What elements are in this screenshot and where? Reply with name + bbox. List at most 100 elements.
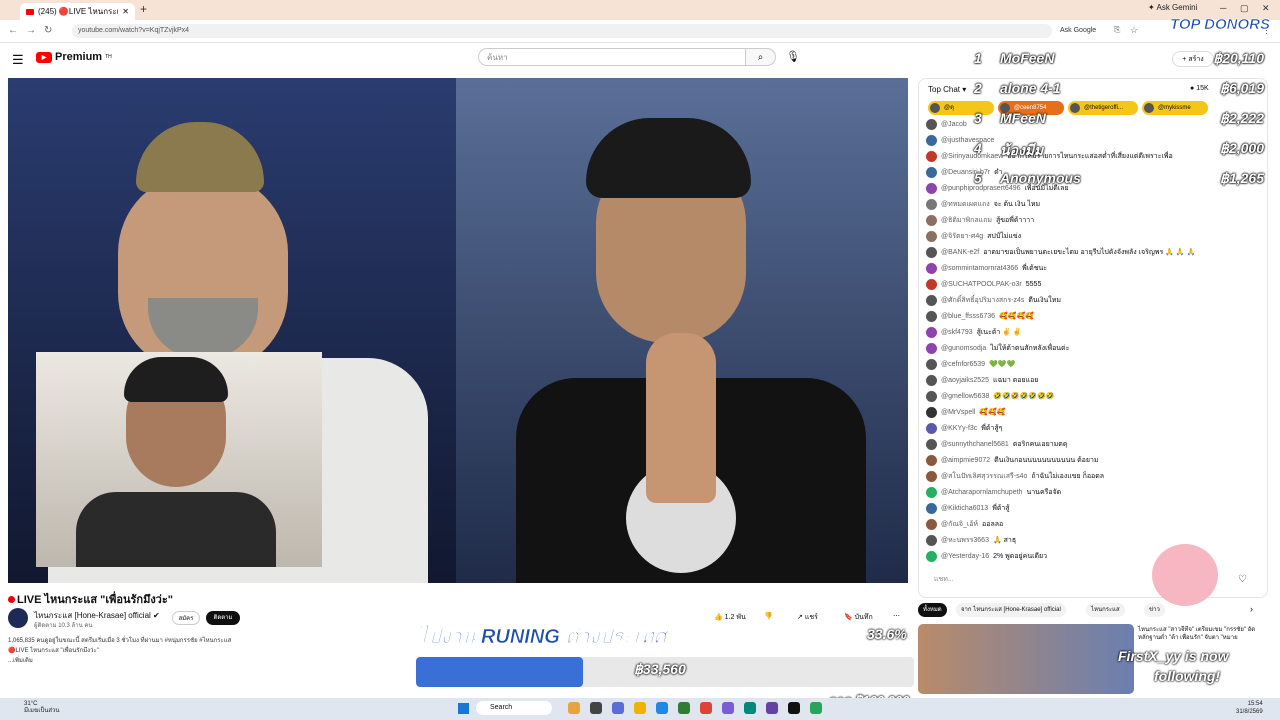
donation-goal-title: ไปงาน RUNING ต่างประเทศ <box>418 626 667 649</box>
chat-message[interactable]: @BANK-e2f อาตมาขอเป็นพยานตะเยขะไตม อายุรี… <box>926 244 1195 260</box>
join-button[interactable]: สมัคร <box>172 611 200 625</box>
ask-gemini-button[interactable]: ✦ Ask Gemini <box>1148 3 1197 12</box>
chat-message[interactable]: @ทหมดเผดแถง จะ ต้น เงิน ไหม <box>926 196 1040 212</box>
microphone-icon[interactable]: 🎙 <box>786 50 800 63</box>
chat-message[interactable]: @Sirinyaudomkaew อยากให้มีรายการไหนกระแสอ… <box>926 148 1173 164</box>
maximize-icon[interactable]: ▢ <box>1240 3 1249 14</box>
search-icon[interactable]: ⌕ <box>746 48 776 66</box>
edge-icon[interactable] <box>656 702 668 714</box>
verified-icon: ✔ <box>153 611 160 620</box>
weather-desc: มีเมฆเป็นส่วน <box>24 708 60 714</box>
chat-message[interactable]: @Kiktichа6013 พี่ต้าสู้ <box>926 500 1010 516</box>
chrome-icon[interactable] <box>700 702 712 714</box>
chat-message[interactable]: @aimpmie9072 ตีนเงินกอนนนนนนนนนนน ต้อยาม <box>926 452 1099 468</box>
chat-message[interactable]: @blue_ffsss6736 🥰🥰🥰🥰 <box>926 308 1034 324</box>
weather-widget[interactable]: 31°C มีเมฆเป็นส่วน <box>24 701 60 715</box>
host-left-beanie <box>136 122 264 192</box>
chat-message[interactable]: @จิรัตยา-ศ4g สปป์ไม่แข่ง <box>926 228 1021 244</box>
chat-text: 🥰🥰🥰🥰 <box>999 313 1034 320</box>
chat-mode-selector[interactable]: Top Chat ▾ <box>928 85 966 94</box>
file-explorer-icon[interactable] <box>634 702 646 714</box>
recommended-video-title[interactable]: ไหนกระแส "สาวจีทีจ" เตรียมเขม "กรรชัย" อ… <box>1138 626 1266 642</box>
chat-message[interactable]: @กัณจิ_เอ้ห์ ออลลอ <box>926 516 1003 532</box>
ask-google-button[interactable]: Ask Google <box>1060 27 1096 34</box>
more-actions-icon[interactable]: ⋯ <box>893 612 900 620</box>
chat-message[interactable]: @Atcharapornlamchupeth นานครือจัด <box>926 484 1061 500</box>
app-icon[interactable] <box>722 702 734 714</box>
app-icon[interactable] <box>810 702 822 714</box>
chat-message[interactable]: @MrVspell 🥰🥰🥰 <box>926 404 1006 420</box>
chat-message[interactable]: @KKYy-f3c พี่ต้าสู้ๆ <box>926 420 1002 436</box>
chat-message[interactable]: @aoyjaiks2525 แฉมา ตอยแอย <box>926 372 1038 388</box>
app-icon[interactable] <box>612 702 624 714</box>
chat-text: ถ้าฉันไม่เองแขย ก็ออดล <box>1031 472 1105 480</box>
chevron-right-icon[interactable]: › <box>1250 604 1253 614</box>
heart-reaction-icon[interactable]: ♡ <box>1238 574 1247 585</box>
reload-icon[interactable]: ↻ <box>44 25 52 36</box>
hamburger-menu-icon[interactable]: ☰ <box>12 52 24 68</box>
chat-avatar <box>926 182 937 194</box>
recommended-video-thumbnail[interactable] <box>918 624 1134 694</box>
app-icon[interactable] <box>744 702 756 714</box>
chat-message[interactable]: @Yesterday-16 2% พูดอยู่คนเดียว <box>926 548 1047 564</box>
tab-close-icon[interactable]: ✕ <box>122 7 129 16</box>
dislike-icon[interactable]: 👎 <box>764 612 773 620</box>
share-button[interactable]: ↗ แชร์ <box>797 612 818 623</box>
sticker-chip[interactable]: @mykissme <box>1142 101 1208 115</box>
browser-tab[interactable]: (245) 🔴LIVE ไหนกระแส "เพื่อ... ✕ <box>20 3 135 20</box>
filter-chip-all[interactable]: ทั้งหมด <box>918 603 947 617</box>
widgets-icon[interactable] <box>568 702 580 714</box>
back-icon[interactable]: ← <box>8 25 18 36</box>
translate-icon[interactable]: ⎘ <box>1114 25 1120 35</box>
create-label: สร้าง <box>1188 56 1204 63</box>
sticker-chip[interactable]: @ดุ <box>928 101 994 115</box>
windows-start-icon[interactable] <box>458 703 469 714</box>
forward-icon[interactable]: → <box>26 25 36 36</box>
task-view-icon[interactable] <box>590 702 602 714</box>
filter-chip-channel[interactable]: จาก ไหนกระแส [Hone-Krasae] official <box>956 603 1066 617</box>
channel-avatar[interactable] <box>8 608 28 628</box>
chat-message[interactable]: @ijusthavespace <box>926 132 998 148</box>
chat-message[interactable]: @สโนปัทเลิศสุวรรณเสรี-s4o ถ้าฉันไม่เองแขย… <box>926 468 1104 484</box>
chat-message[interactable]: @Jacob <box>926 116 971 132</box>
chat-text: พี่เต้ชนะ <box>1022 264 1047 272</box>
chat-message[interactable]: @Deuansiri-b7r ดำ <box>926 164 1003 180</box>
filter-chip-news[interactable]: ข่าว <box>1144 603 1165 617</box>
taskbar-search[interactable]: Search <box>476 701 552 715</box>
close-window-icon[interactable]: ✕ <box>1262 3 1270 14</box>
donor-rank: 5 <box>974 170 982 186</box>
like-button[interactable]: 👍 1.2 พัน <box>714 612 746 623</box>
search-input[interactable]: ค้นหา <box>478 48 746 66</box>
chat-message[interactable]: @cefnfor6539 💚💚💚 <box>926 356 1015 372</box>
logo-country: TH <box>105 54 112 60</box>
chat-avatar <box>926 246 937 258</box>
chat-message[interactable]: @gunomsodja ไม่ให้ต้าตนสักหลังเพื่อนต่ะ <box>926 340 1069 356</box>
app-icon[interactable] <box>678 702 690 714</box>
filter-chip-show[interactable]: ไหนกระแส <box>1086 603 1125 617</box>
viewer-count: ● 15K <box>1190 85 1209 92</box>
system-clock[interactable]: 15:54 31/8/2569 <box>1236 700 1263 716</box>
chat-message[interactable]: @SUCHATPOOLPAK-o3r 5555 <box>926 276 1041 292</box>
url-field[interactable]: youtube.com/watch?v=KqjTZvjkPx4 <box>72 24 1052 38</box>
video-description[interactable]: 1,065,835 คนดูอยู่ในขณะนี้ สตรีมเริ่มเมื… <box>8 636 408 672</box>
app-icon[interactable] <box>788 702 800 714</box>
minimize-icon[interactable]: ─ <box>1220 3 1226 13</box>
youtube-logo[interactable]: ▶ Premium TH <box>36 51 112 63</box>
save-button[interactable]: 🔖 บันทึก <box>844 612 873 623</box>
bookmark-star-icon[interactable]: ☆ <box>1130 25 1138 36</box>
subscribe-button[interactable]: ติดตาม <box>206 611 240 625</box>
chat-message[interactable]: @skf4793 สู้เนะต้า ✌️ ✌️ <box>926 324 1022 340</box>
description-more[interactable]: ...เพิ่มเติม <box>8 656 408 666</box>
chat-message[interactable]: @sommintamornrat4366 พี่เต้ชนะ <box>926 260 1047 276</box>
app-icon[interactable] <box>766 702 778 714</box>
chat-message[interactable]: @หะนพรร3663 🙏 สาธุ <box>926 532 1016 548</box>
chat-author: @Deuansiri-b7r <box>941 168 991 176</box>
video-player[interactable] <box>8 78 908 583</box>
chat-message[interactable]: @ศักดิ์สิทธิ์อุปริมางสกร-z4s ตีนเงินใหม <box>926 292 1061 308</box>
new-tab-button[interactable]: + <box>140 2 147 16</box>
chat-message[interactable]: @ธิติมาพิกลแถม สู้ขอพี่ต้าาาา <box>926 212 1034 228</box>
sticker-chip[interactable]: @thetigeroffi... <box>1068 101 1138 115</box>
chat-message[interactable]: @gmellow5638 🤣🤣🤣🤣🤣🤣🤣 <box>926 388 1054 404</box>
create-button[interactable]: + สร้าง <box>1172 51 1214 67</box>
chat-message[interactable]: @sunnythchanel5681 ตอริกคนเอยามตดุ <box>926 436 1067 452</box>
